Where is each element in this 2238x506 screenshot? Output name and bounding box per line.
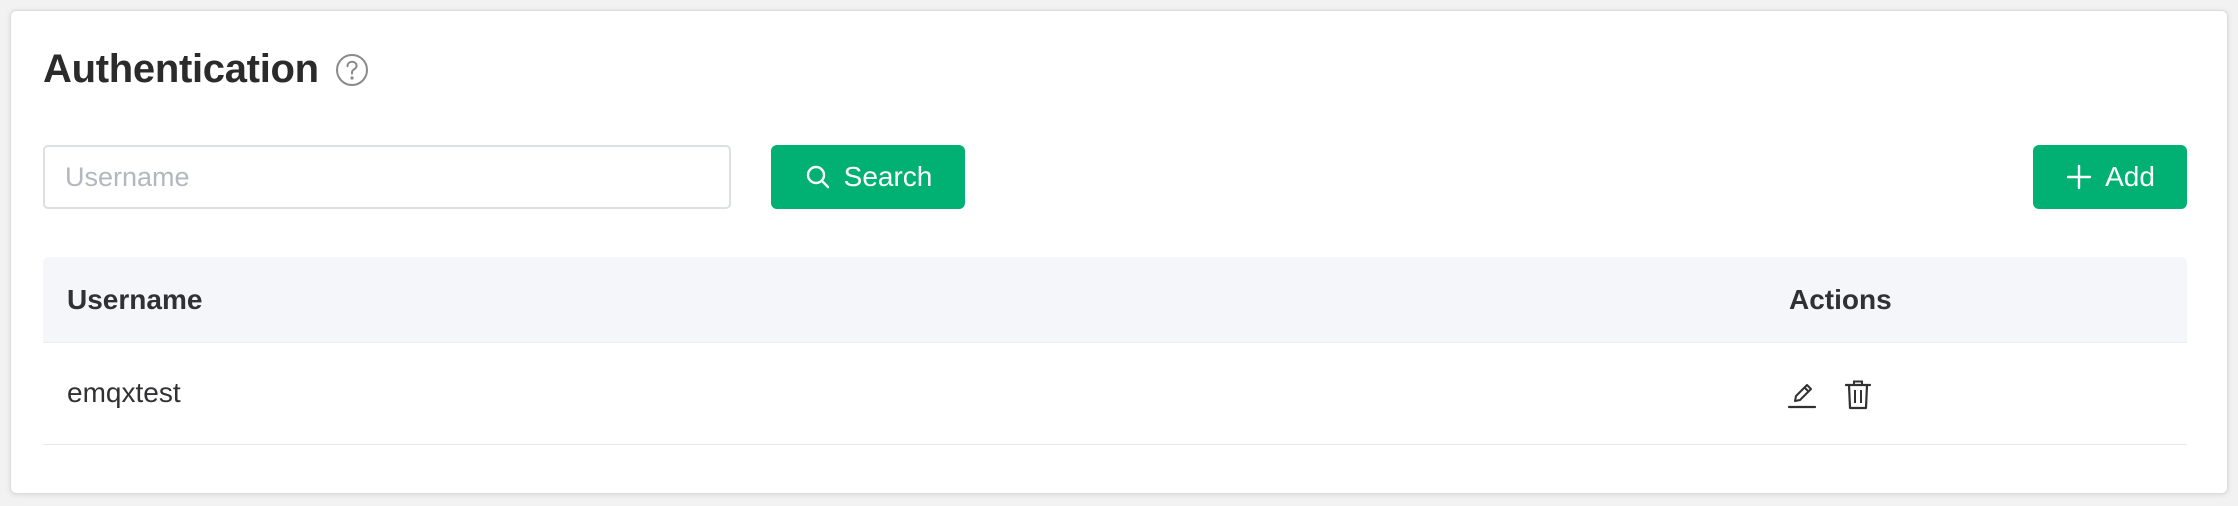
username-cell: emqxtest [67, 377, 181, 408]
authentication-card: Authentication Search Add [10, 10, 2228, 494]
page-header: Authentication [43, 47, 369, 92]
column-header-username: Username [67, 284, 203, 315]
plus-icon [2065, 163, 2093, 191]
question-circle-icon[interactable] [335, 53, 369, 87]
add-button-label: Add [2105, 161, 2155, 192]
username-search-input[interactable] [43, 145, 731, 209]
add-button[interactable]: Add [2033, 145, 2187, 209]
search-icon [804, 163, 832, 191]
search-button[interactable]: Search [771, 145, 965, 209]
table-header: Username Actions [43, 257, 2187, 343]
edit-icon[interactable] [1787, 379, 1817, 411]
page-title: Authentication [43, 47, 319, 91]
row-actions [1787, 379, 1873, 411]
column-header-actions: Actions [1789, 284, 1892, 315]
delete-icon[interactable] [1843, 379, 1873, 411]
users-table: Username Actions emqxtest [43, 257, 2187, 445]
table-row: emqxtest [43, 343, 2187, 445]
search-button-label: Search [843, 161, 933, 192]
